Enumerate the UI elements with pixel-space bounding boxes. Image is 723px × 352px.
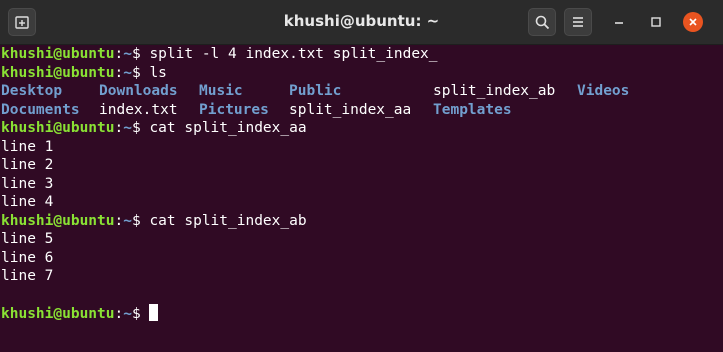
menu-button[interactable] (564, 8, 592, 36)
prompt-user-host: khushi@ubuntu (1, 306, 115, 322)
prompt-path: ~ (123, 306, 132, 322)
prompt-path: ~ (123, 212, 132, 229)
prompt-user-host: khushi@ubuntu (1, 64, 115, 81)
hamburger-menu-icon (573, 17, 583, 27)
output-line: line 5 (1, 231, 54, 247)
close-button[interactable] (683, 12, 703, 32)
prompt-line[interactable]: khushi@ubuntu:~$ (0, 304, 723, 323)
command-text: split -l 4 index.txt split_index_ (149, 46, 438, 62)
prompt-path: ~ (123, 64, 132, 81)
output-line: line 6 (1, 249, 54, 266)
output-line: line 4 (1, 194, 54, 210)
minimize-icon (615, 22, 623, 24)
ls-output: Desktop Downloads Music Public split_ind… (0, 82, 723, 119)
maximize-icon (651, 17, 661, 27)
ls-entry-dir: Videos (577, 83, 630, 99)
output-line: line 3 (1, 175, 54, 192)
ls-entry-dir: Pictures (199, 101, 269, 118)
close-icon (689, 18, 697, 26)
command-text: ls (149, 64, 167, 81)
maximize-button[interactable] (646, 12, 666, 32)
command-text: cat split_index_ab (149, 212, 307, 229)
ls-entry-dir: Documents (1, 101, 80, 118)
prompt-line: khushi@ubuntu:~$ cat split_index_ab (1, 212, 307, 229)
prompt-path: ~ (123, 46, 132, 62)
prompt-line: khushi@ubuntu:~$ cat split_index_aa (1, 120, 307, 136)
prompt-user-host: khushi@ubuntu (1, 212, 115, 229)
terminal-window: khushi@ubuntu: ~ khushi@ubuntu:~$ split … (0, 0, 723, 352)
prompt-path: ~ (123, 120, 132, 136)
search-icon (535, 15, 549, 29)
minimize-button[interactable] (609, 12, 629, 32)
title-bar[interactable]: khushi@ubuntu: ~ (0, 0, 723, 45)
text-cursor (149, 304, 159, 321)
ls-entry-file: index.txt (99, 101, 178, 118)
output-line: line 2 (1, 157, 54, 173)
prompt-line: khushi@ubuntu:~$ ls (1, 64, 167, 81)
ls-entry-dir: Templates (433, 101, 512, 118)
ls-entry-dir: Desktop (1, 83, 63, 99)
output-line: line 7 (1, 268, 54, 284)
ls-entry-file: split_index_ab (433, 83, 556, 99)
terminal-output[interactable]: khushi@ubuntu:~$ split -l 4 index.txt sp… (0, 45, 723, 352)
prompt-line: khushi@ubuntu:~$ split -l 4 index.txt sp… (1, 46, 438, 62)
search-button[interactable] (528, 8, 556, 36)
output-line: line 1 (1, 138, 54, 155)
ls-entry-dir: Downloads (99, 83, 178, 99)
ls-entry-dir: Public (289, 83, 342, 99)
ls-entry-file: split_index_aa (289, 101, 412, 118)
ls-entry-dir: Music (199, 83, 243, 99)
command-text: cat split_index_aa (149, 120, 307, 136)
prompt-user-host: khushi@ubuntu (1, 120, 115, 136)
prompt-user-host: khushi@ubuntu (1, 46, 115, 62)
